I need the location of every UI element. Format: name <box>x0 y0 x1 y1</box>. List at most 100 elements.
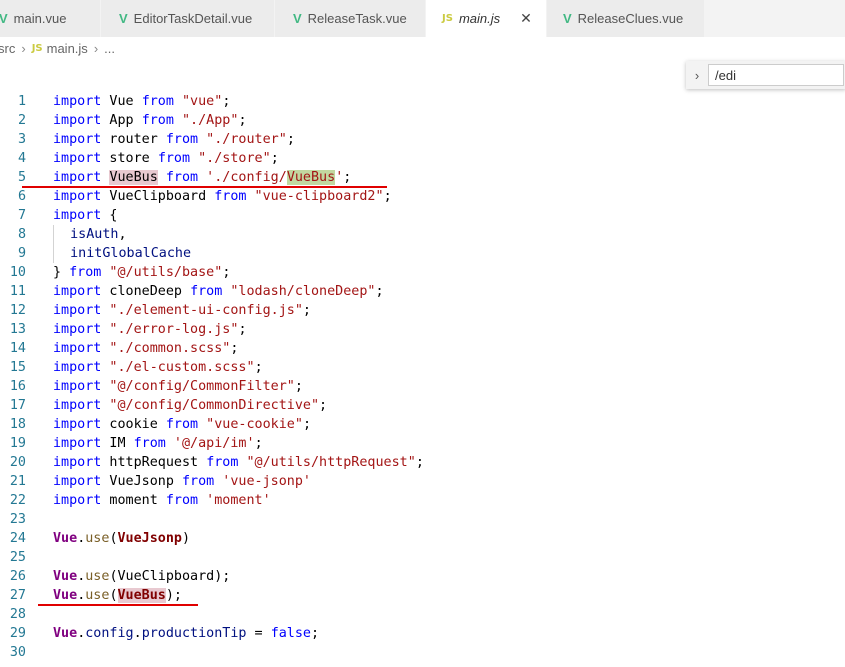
keyword: import <box>53 436 102 451</box>
identifier-highlight: VueBus <box>109 170 158 185</box>
code-line: 18 import cookie from "vue-cookie"; <box>0 415 845 434</box>
keyword: import <box>53 189 102 204</box>
keyword: import <box>53 379 102 394</box>
string: "vue-cookie" <box>198 417 303 432</box>
keyword: from <box>214 189 247 204</box>
punct: ( <box>109 588 118 603</box>
line-number: 22 <box>9 493 26 508</box>
line-number: 3 <box>17 132 26 147</box>
code-line: 10} from "@/utils/base"; <box>0 263 845 282</box>
line-number: 10 <box>9 265 26 280</box>
tab-releasetask-vue[interactable]: V ReleaseTask.vue <box>275 0 426 37</box>
identifier: IM <box>101 436 134 451</box>
code-line: 11 import cloneDeep from "lodash/cloneDee… <box>0 282 845 301</box>
string: "./error-log.js" <box>101 322 239 337</box>
identifier: VueJsonp <box>101 474 182 489</box>
line-number: 21 <box>9 474 26 489</box>
line-number: 18 <box>9 417 26 432</box>
punct: ; <box>222 94 231 109</box>
punct: ); <box>165 588 182 603</box>
indent-guide <box>53 244 54 263</box>
keyword: from <box>165 132 199 147</box>
keyword: from <box>141 113 174 128</box>
line-number: 28 <box>9 607 26 622</box>
line-number: 5 <box>17 170 26 185</box>
line-number: 29 <box>9 626 26 641</box>
code-editor[interactable]: 1 import Vue from "vue"; 2 import App from… <box>0 92 845 662</box>
punct: ; <box>286 132 295 147</box>
close-icon[interactable]: ✕ <box>520 10 532 27</box>
code-line: 20 import httpRequest from "@/utils/httpR… <box>0 453 845 472</box>
keyword: import <box>53 398 102 413</box>
tab-main-js[interactable]: JS main.js ✕ <box>426 0 547 37</box>
keyword: import <box>53 170 102 185</box>
js-file-icon: JS <box>31 42 43 54</box>
breadcrumb-folder[interactable]: src <box>0 41 15 56</box>
code-line: 13 import "./error-log.js"; <box>0 320 845 339</box>
punct: } <box>53 265 70 280</box>
punct: ; <box>375 284 384 299</box>
code-line: 21 import VueJsonp from 'vue-jsonp' <box>0 472 845 491</box>
keyword: import <box>53 341 102 356</box>
identifier: Vue <box>53 588 78 603</box>
string: "vue" <box>173 94 223 109</box>
chevron-right-icon: › <box>21 40 26 56</box>
code-line: 5 import VueBus from './config/VueBus'; <box>0 168 845 188</box>
tab-label: EditorTaskDetail.vue <box>133 11 253 26</box>
punct: ; <box>270 151 279 166</box>
function-name: use <box>85 588 110 603</box>
string: './config/ <box>198 170 287 185</box>
line-number: 7 <box>17 208 26 223</box>
keyword: from <box>133 436 166 451</box>
identifier: Vue <box>101 94 142 109</box>
string: "./store" <box>190 151 271 166</box>
find-input[interactable] <box>708 64 844 86</box>
vue-file-icon: V <box>119 11 128 26</box>
js-file-icon: JS <box>442 13 453 24</box>
keyword: import <box>53 493 102 508</box>
string: "@/config/CommonDirective" <box>101 398 320 413</box>
identifier: App <box>101 113 142 128</box>
identifier: VueClipboard <box>101 189 215 204</box>
chevron-right-icon: › <box>93 40 99 56</box>
punct: ; <box>302 303 311 318</box>
keyword: import <box>53 455 102 470</box>
line-number: 2 <box>17 113 26 128</box>
vue-file-icon: V <box>293 11 302 26</box>
code-line: 14 import "./common.scss"; <box>0 339 845 358</box>
string: '@/api/im' <box>165 436 255 451</box>
line-number: 14 <box>9 341 26 356</box>
keyword: from <box>165 493 199 508</box>
tab-editortaskdetail-vue[interactable]: V EditorTaskDetail.vue <box>101 0 275 37</box>
keyword: import <box>53 303 102 318</box>
breadcrumb-more[interactable]: ... <box>104 41 115 56</box>
chevron-right-icon[interactable]: › <box>686 68 708 83</box>
tab-releaseclues-vue[interactable]: V ReleaseClues.vue <box>547 0 705 37</box>
function-name: use <box>85 531 110 546</box>
code-line: 12 import "./element-ui-config.js"; <box>0 301 845 320</box>
keyword: import <box>53 132 102 147</box>
code-line: 27 Vue.use(VueBus); <box>0 586 845 606</box>
code-line: 23 <box>0 510 845 529</box>
vue-file-icon: V <box>0 11 8 26</box>
boolean: false <box>270 626 311 641</box>
code-line: 25 <box>0 548 845 567</box>
keyword: from <box>190 284 223 299</box>
line-number: 13 <box>9 322 26 337</box>
keyword: import <box>53 284 102 299</box>
keyword: import <box>53 151 102 166</box>
punct: ; <box>238 322 247 337</box>
identifier: moment <box>101 493 166 508</box>
punct: ; <box>254 436 263 451</box>
code-line: 15 import "./el-custom.scss"; <box>0 358 845 377</box>
breadcrumb-file[interactable]: main.js <box>47 41 88 56</box>
line-number: 12 <box>9 303 26 318</box>
code-line: 24 Vue.use(VueJsonp) <box>0 529 845 548</box>
line-number: 6 <box>17 189 26 204</box>
keyword: import <box>53 94 102 109</box>
tab-main-vue[interactable]: V main.vue <box>0 0 101 37</box>
keyword: from <box>182 474 215 489</box>
punct: ; <box>294 379 303 394</box>
identifier: initGlobalCache <box>70 246 192 261</box>
